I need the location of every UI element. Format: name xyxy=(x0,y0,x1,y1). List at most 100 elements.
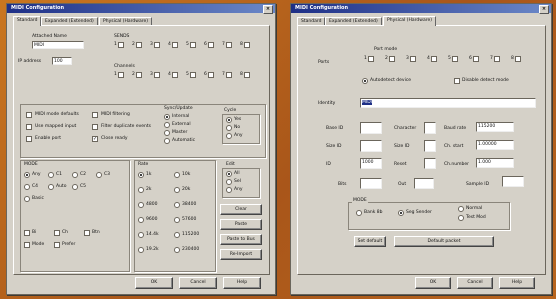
help-button[interactable]: Help xyxy=(499,277,535,289)
channel-checkbox[interactable] xyxy=(389,56,395,62)
radio-sync-auto[interactable] xyxy=(164,138,170,144)
channel-checkbox[interactable] xyxy=(410,56,416,62)
channel-checkbox[interactable] xyxy=(244,72,250,78)
cancel-button[interactable]: Cancel xyxy=(179,277,217,289)
mode-checkbox[interactable] xyxy=(54,230,60,236)
radio-normal[interactable] xyxy=(458,206,464,212)
radio-sync-internal[interactable] xyxy=(164,114,170,120)
checkbox-enable-port[interactable] xyxy=(26,136,32,142)
bits-field[interactable] xyxy=(360,178,382,189)
tab-standard[interactable]: Standard xyxy=(13,16,42,26)
mode-radio[interactable] xyxy=(72,172,78,178)
rate-radio[interactable] xyxy=(174,172,180,178)
channel-checkbox[interactable] xyxy=(208,42,214,48)
radio-cycle-yes[interactable] xyxy=(226,117,232,123)
device-name-field[interactable]: MIDI xyxy=(32,41,84,49)
radio-cycle-no[interactable] xyxy=(226,125,232,131)
mode-radio[interactable] xyxy=(96,172,102,178)
ok-button[interactable]: OK xyxy=(135,277,173,289)
channel-checkbox[interactable] xyxy=(452,56,458,62)
size-id-field-2[interactable] xyxy=(424,140,436,152)
channel-checkbox[interactable] xyxy=(172,72,178,78)
channel-checkbox[interactable] xyxy=(431,56,437,62)
checkbox-disable-detect[interactable] xyxy=(454,78,460,84)
channel-checkbox[interactable] xyxy=(190,72,196,78)
reset-field[interactable] xyxy=(424,158,436,169)
channel-checkbox[interactable] xyxy=(190,42,196,48)
id-field[interactable]: 1000 xyxy=(360,158,382,169)
close-icon[interactable]: × xyxy=(263,5,273,14)
rate-radio[interactable] xyxy=(138,247,144,253)
rate-radio[interactable] xyxy=(174,202,180,208)
radio-bank[interactable] xyxy=(356,210,362,216)
rate-radio[interactable] xyxy=(138,202,144,208)
channel-checkbox[interactable] xyxy=(226,42,232,48)
radio-test-mod[interactable] xyxy=(458,215,464,221)
checkbox-filter-dup[interactable] xyxy=(92,124,98,130)
channel-checkbox[interactable] xyxy=(118,42,124,48)
channel-checkbox[interactable] xyxy=(154,42,160,48)
paste-to-bus-button[interactable]: Paste to Bus xyxy=(220,234,262,245)
rate-radio[interactable] xyxy=(174,232,180,238)
set-default-button[interactable]: Set default xyxy=(354,236,386,247)
identity-field[interactable]: MIDI xyxy=(360,98,536,108)
cancel-button[interactable]: Cancel xyxy=(457,277,493,289)
channel-checkbox[interactable] xyxy=(368,56,374,62)
mode-checkbox[interactable] xyxy=(24,242,30,248)
channel-checkbox[interactable] xyxy=(208,72,214,78)
channel-checkbox[interactable] xyxy=(172,42,178,48)
ch-start-field[interactable]: 1.00000 xyxy=(476,140,514,150)
radio-edit-all[interactable] xyxy=(226,171,232,177)
reimport-button[interactable]: Re-Import xyxy=(220,249,262,260)
checkbox-midi-mode[interactable] xyxy=(26,112,32,118)
rate-radio[interactable] xyxy=(138,217,144,223)
default-packet-button[interactable]: Default packet xyxy=(394,236,494,247)
close-icon[interactable]: × xyxy=(539,5,549,14)
radio-autodetect[interactable] xyxy=(362,78,368,84)
checkbox-mapped-input[interactable] xyxy=(26,124,32,130)
channel-checkbox[interactable] xyxy=(136,72,142,78)
radio-sync-master[interactable] xyxy=(164,130,170,136)
channel-checkbox[interactable] xyxy=(226,72,232,78)
radio-edit-sel[interactable] xyxy=(226,179,232,185)
channel-checkbox[interactable] xyxy=(494,56,500,62)
help-button[interactable]: Help xyxy=(223,277,261,289)
rate-radio[interactable] xyxy=(138,187,144,193)
radio-seg-sender[interactable] xyxy=(398,210,404,216)
mode-radio[interactable] xyxy=(24,196,30,202)
radio-edit-any[interactable] xyxy=(226,187,232,193)
baud-field[interactable]: 115200 xyxy=(476,122,514,132)
size-id-field[interactable] xyxy=(360,140,382,152)
channel-checkbox[interactable] xyxy=(473,56,479,62)
radio-cycle-any[interactable] xyxy=(226,133,232,139)
mode-radio[interactable] xyxy=(48,184,54,190)
clear-button[interactable]: Clear xyxy=(220,204,262,215)
tab-physical[interactable]: Physical (Hardware) xyxy=(383,16,436,26)
address-field[interactable]: 100 xyxy=(52,57,72,65)
rate-radio[interactable] xyxy=(174,187,180,193)
mode-radio[interactable] xyxy=(24,172,30,178)
radio-sync-external[interactable] xyxy=(164,122,170,128)
checkbox-midi-filtering[interactable] xyxy=(92,112,98,118)
rate-radio[interactable] xyxy=(174,247,180,253)
mode-radio[interactable] xyxy=(72,184,78,190)
mode-radio[interactable] xyxy=(48,172,54,178)
channel-checkbox[interactable] xyxy=(244,42,250,48)
sample-id-field[interactable] xyxy=(502,176,524,187)
channel-checkbox[interactable] xyxy=(118,72,124,78)
paste-button[interactable]: Paste xyxy=(220,219,262,230)
rate-radio[interactable] xyxy=(138,172,144,178)
ch-number-field[interactable]: 1.000 xyxy=(476,158,514,168)
channel-checkbox[interactable] xyxy=(136,42,142,48)
rate-radio[interactable] xyxy=(138,232,144,238)
mode-checkbox[interactable] xyxy=(84,230,90,236)
channel-checkbox[interactable] xyxy=(154,72,160,78)
character-field[interactable] xyxy=(424,122,436,134)
channel-checkbox[interactable] xyxy=(515,56,521,62)
checkbox-close-ready[interactable]: ✓ xyxy=(92,136,98,142)
mode-radio[interactable] xyxy=(24,184,30,190)
rate-radio[interactable] xyxy=(174,217,180,223)
ok-button[interactable]: OK xyxy=(415,277,451,289)
base-id-field[interactable] xyxy=(360,122,382,134)
out-field[interactable] xyxy=(414,178,434,189)
